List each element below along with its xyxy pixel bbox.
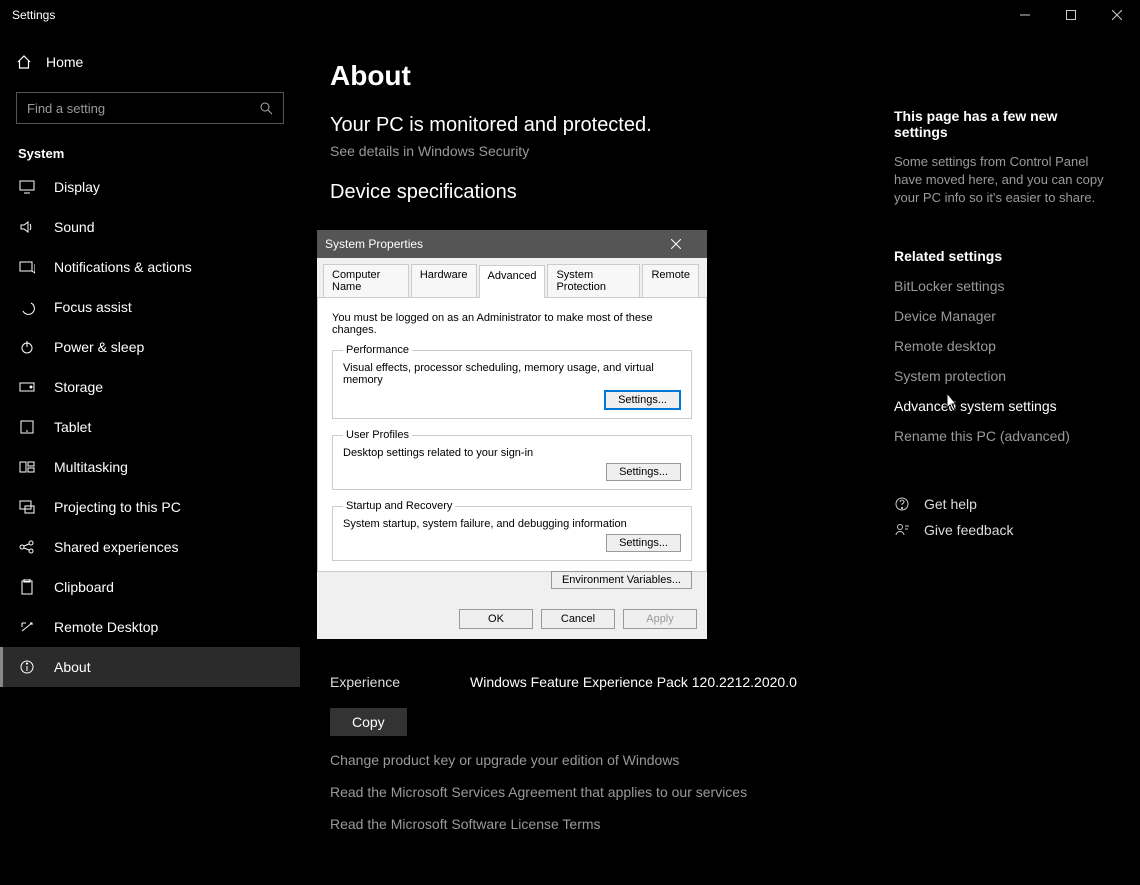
right-panel: This page has a few new settings Some se… xyxy=(894,108,1114,538)
sidebar-item-power[interactable]: Power & sleep xyxy=(0,327,300,367)
shared-icon xyxy=(18,539,36,555)
sidebar-item-label: Display xyxy=(54,179,100,195)
sidebar-item-display[interactable]: Display xyxy=(0,167,300,207)
tab-hardware[interactable]: Hardware xyxy=(411,264,477,297)
nav-home-label: Home xyxy=(46,54,83,70)
new-settings-heading: This page has a few new settings xyxy=(894,108,1114,140)
system-properties-dialog: System Properties Computer Name Hardware… xyxy=(317,230,707,639)
sidebar-item-label: Tablet xyxy=(54,419,91,435)
user-profiles-legend: User Profiles xyxy=(343,429,412,441)
dialog-title: System Properties xyxy=(325,237,423,251)
startup-recovery-legend: Startup and Recovery xyxy=(343,500,455,512)
sidebar-item-remote[interactable]: Remote Desktop xyxy=(0,607,300,647)
sidebar-section: System xyxy=(0,130,300,167)
remote-desktop-link[interactable]: Remote desktop xyxy=(894,338,1114,354)
ok-button[interactable]: OK xyxy=(459,609,533,629)
display-icon xyxy=(18,180,36,194)
startup-recovery-desc: System startup, system failure, and debu… xyxy=(343,518,681,530)
search-icon xyxy=(259,101,273,115)
change-product-key-link[interactable]: Change product key or upgrade your editi… xyxy=(330,752,1110,768)
minimize-button[interactable] xyxy=(1002,0,1048,30)
storage-icon xyxy=(18,381,36,393)
remote-icon xyxy=(18,620,36,634)
sidebar-item-about[interactable]: About xyxy=(0,647,300,687)
notifications-icon xyxy=(18,260,36,274)
sidebar-item-tablet[interactable]: Tablet xyxy=(0,407,300,447)
startup-recovery-settings-button[interactable]: Settings... xyxy=(606,534,681,552)
sidebar-item-label: Multitasking xyxy=(54,459,128,475)
advanced-system-settings-link[interactable]: Advanced system settings xyxy=(894,398,1114,414)
tablet-icon xyxy=(18,420,36,434)
cancel-button[interactable]: Cancel xyxy=(541,609,615,629)
focus-icon xyxy=(18,299,36,315)
sidebar-item-label: Remote Desktop xyxy=(54,619,158,635)
page-title: About xyxy=(330,60,1110,92)
sidebar-item-label: Storage xyxy=(54,379,103,395)
search-placeholder: Find a setting xyxy=(27,101,105,116)
search-input[interactable]: Find a setting xyxy=(16,92,284,124)
sidebar-item-label: About xyxy=(54,659,91,675)
new-settings-body: Some settings from Control Panel have mo… xyxy=(894,153,1114,208)
sidebar-item-focus[interactable]: Focus assist xyxy=(0,287,300,327)
sidebar-item-sound[interactable]: Sound xyxy=(0,207,300,247)
sidebar: Home Find a setting System Display Sound… xyxy=(0,30,300,885)
give-feedback-label: Give feedback xyxy=(924,522,1014,538)
device-manager-link[interactable]: Device Manager xyxy=(894,308,1114,324)
sidebar-item-label: Shared experiences xyxy=(54,539,179,555)
get-help-link[interactable]: Get help xyxy=(894,496,1114,512)
user-profiles-desc: Desktop settings related to your sign-in xyxy=(343,447,681,459)
sidebar-item-notifications[interactable]: Notifications & actions xyxy=(0,247,300,287)
performance-legend: Performance xyxy=(343,344,412,356)
maximize-button[interactable] xyxy=(1048,0,1094,30)
power-icon xyxy=(18,339,36,355)
sidebar-item-projecting[interactable]: Projecting to this PC xyxy=(0,487,300,527)
sidebar-item-label: Clipboard xyxy=(54,579,114,595)
tab-computer-name[interactable]: Computer Name xyxy=(323,264,409,297)
sidebar-item-shared[interactable]: Shared experiences xyxy=(0,527,300,567)
sidebar-item-label: Focus assist xyxy=(54,299,132,315)
sidebar-item-storage[interactable]: Storage xyxy=(0,367,300,407)
sidebar-item-multitasking[interactable]: Multitasking xyxy=(0,447,300,487)
give-feedback-link[interactable]: Give feedback xyxy=(894,522,1114,538)
sidebar-item-label: Projecting to this PC xyxy=(54,499,181,515)
related-settings-heading: Related settings xyxy=(894,248,1114,264)
get-help-label: Get help xyxy=(924,496,977,512)
bitlocker-link[interactable]: BitLocker settings xyxy=(894,278,1114,294)
startup-recovery-group: Startup and Recovery System startup, sys… xyxy=(332,500,692,561)
nav-home[interactable]: Home xyxy=(0,46,300,78)
services-agreement-link[interactable]: Read the Microsoft Services Agreement th… xyxy=(330,784,1110,800)
project-icon xyxy=(18,500,36,514)
copy-button[interactable]: Copy xyxy=(330,708,407,736)
window-title: Settings xyxy=(12,8,55,22)
tab-remote[interactable]: Remote xyxy=(642,264,699,297)
user-profiles-group: User Profiles Desktop settings related t… xyxy=(332,429,692,490)
sidebar-item-clipboard[interactable]: Clipboard xyxy=(0,567,300,607)
license-terms-link[interactable]: Read the Microsoft Software License Term… xyxy=(330,816,1110,832)
rename-pc-link[interactable]: Rename this PC (advanced) xyxy=(894,428,1114,444)
sidebar-item-label: Sound xyxy=(54,219,94,235)
apply-button[interactable]: Apply xyxy=(623,609,697,629)
experience-value: Windows Feature Experience Pack 120.2212… xyxy=(470,674,797,690)
sidebar-item-label: Notifications & actions xyxy=(54,259,192,275)
home-icon xyxy=(16,54,32,70)
dialog-close-button[interactable] xyxy=(671,239,699,249)
help-icon xyxy=(894,496,910,512)
feedback-icon xyxy=(894,522,910,538)
user-profiles-settings-button[interactable]: Settings... xyxy=(606,463,681,481)
experience-label: Experience xyxy=(330,674,440,690)
multitasking-icon xyxy=(18,461,36,473)
sidebar-item-label: Power & sleep xyxy=(54,339,144,355)
performance-settings-button[interactable]: Settings... xyxy=(604,390,681,410)
environment-variables-button[interactable]: Environment Variables... xyxy=(551,571,692,589)
performance-desc: Visual effects, processor scheduling, me… xyxy=(343,362,681,386)
tab-advanced[interactable]: Advanced xyxy=(479,265,546,298)
about-icon xyxy=(18,659,36,675)
admin-note: You must be logged on as an Administrato… xyxy=(332,312,692,336)
tab-system-protection[interactable]: System Protection xyxy=(547,264,640,297)
clipboard-icon xyxy=(18,579,36,595)
sound-icon xyxy=(18,220,36,234)
close-button[interactable] xyxy=(1094,0,1140,30)
performance-group: Performance Visual effects, processor sc… xyxy=(332,344,692,419)
system-protection-link[interactable]: System protection xyxy=(894,368,1114,384)
